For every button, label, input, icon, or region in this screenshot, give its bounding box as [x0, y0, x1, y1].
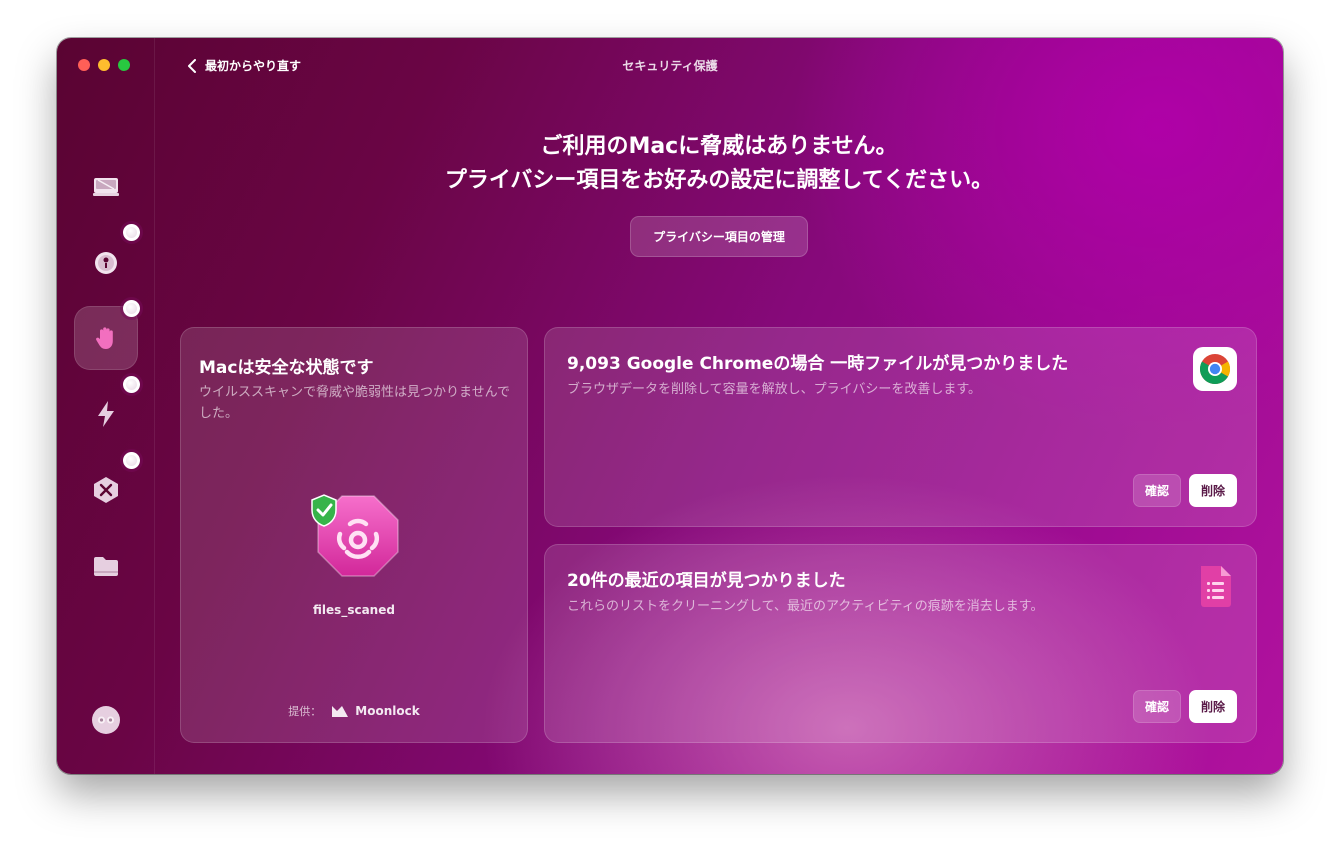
sidebar-item-files[interactable] — [74, 534, 138, 598]
applications-icon — [94, 477, 118, 503]
moonlock-brand: Moonlock — [331, 704, 420, 718]
recent-card-description: これらのリストをクリーニングして、最近のアクティビティの痕跡を消去します。 — [567, 599, 1044, 614]
sidebar-item-protection[interactable] — [74, 224, 140, 294]
safe-card-description: ウイルススキャンで脅威や脆弱性は見つかりませんでした。 — [199, 385, 510, 421]
notification-badge — [123, 452, 140, 469]
sidebar-assistant[interactable] — [74, 688, 138, 752]
sidebar-item-privacy[interactable] — [74, 300, 140, 370]
manage-privacy-button[interactable]: プライバシー項目の管理 — [630, 216, 808, 257]
safe-status-card: Macは安全な状態です ウイルススキャンで脅威や脆弱性は見つかりませんでした。 — [180, 327, 528, 743]
window-title: セキュリティ保護 — [622, 59, 718, 73]
sidebar-item-cleanup[interactable] — [74, 154, 138, 218]
folder-icon — [94, 557, 118, 576]
biohazard-shield-icon — [311, 494, 399, 577]
provider-credit: 提供： Moonlock — [180, 703, 528, 719]
chrome-card-actions: 確認 削除 — [1132, 474, 1237, 507]
app-window: 最初からやり直す セキュリティ保護 ご利用のMacに脅威はありません。 プライバ… — [57, 38, 1283, 774]
chrome-card-title: 9,093 Google Chromeの場合 一時ファイルが見つかりました — [567, 354, 1069, 374]
privacy-hand-icon — [96, 327, 113, 349]
chrome-delete-button[interactable]: 削除 — [1188, 474, 1237, 507]
protection-icon — [95, 252, 117, 274]
recent-card-actions: 確認 削除 — [1132, 690, 1237, 723]
hero-line-1: ご利用のMacに脅威はありません。 — [540, 134, 898, 159]
sidebar-item-applications[interactable] — [74, 452, 140, 522]
provider-prefix: 提供： — [288, 705, 322, 718]
assistant-icon — [92, 706, 120, 734]
notification-badge — [123, 376, 140, 393]
hero-heading: ご利用のMacに脅威はありません。 プライバシー項目をお好みの設定に調整してくだ… — [155, 130, 1283, 198]
notification-badge — [123, 224, 140, 241]
chrome-icon — [1193, 347, 1237, 391]
notification-badge — [123, 300, 140, 317]
chrome-temp-files-card: 9,093 Google Chromeの場合 一時ファイルが見つかりました ブラ… — [544, 327, 1257, 527]
sidebar — [57, 38, 155, 774]
recent-items-card: 20件の最近の項目が見つかりました これらのリストをクリーニングして、最近のアク… — [544, 544, 1257, 743]
recent-list-document-icon — [1201, 566, 1231, 607]
files-scanned-label: files_scaned — [313, 603, 395, 617]
provider-name: Moonlock — [355, 704, 420, 718]
recent-review-button[interactable]: 確認 — [1132, 690, 1181, 723]
sidebar-item-performance[interactable] — [74, 376, 140, 446]
moonlock-logo-icon — [332, 706, 349, 717]
chrome-review-button[interactable]: 確認 — [1132, 474, 1181, 507]
safe-card-title: Macは安全な状態です — [199, 358, 374, 378]
chrome-card-description: ブラウザデータを削除して容量を解放し、プライバシーを改善します。 — [567, 382, 982, 397]
performance-icon — [98, 401, 114, 427]
disk-icon — [93, 178, 119, 196]
recent-delete-button[interactable]: 削除 — [1188, 690, 1237, 723]
hero-line-2: プライバシー項目をお好みの設定に調整してください。 — [444, 168, 994, 193]
recent-card-title: 20件の最近の項目が見つかりました — [567, 571, 846, 591]
